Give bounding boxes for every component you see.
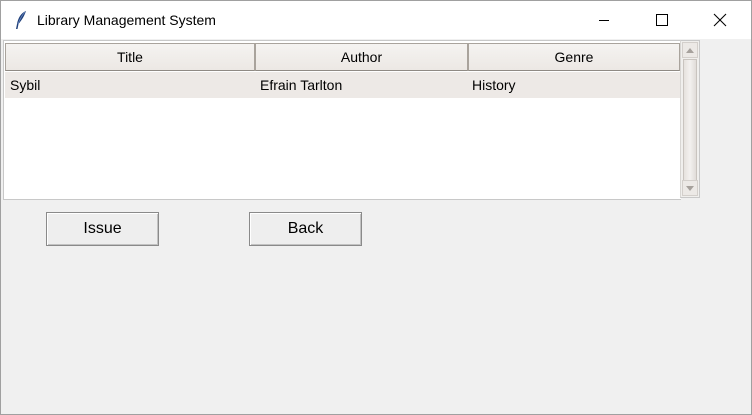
cell-author: Efrain Tarlton (260, 77, 343, 93)
window-title: Library Management System (37, 12, 216, 28)
app-window: Library Management System Title Author G… (0, 0, 752, 415)
chevron-down-icon (686, 185, 694, 191)
scrollbar-thumb[interactable] (683, 59, 697, 181)
scroll-down-button[interactable] (682, 180, 698, 196)
maximize-button[interactable] (639, 1, 685, 39)
minimize-button[interactable] (581, 1, 627, 39)
vertical-scrollbar[interactable] (680, 40, 700, 198)
maximize-icon (656, 14, 668, 26)
cell-genre: History (472, 77, 516, 93)
scroll-up-button[interactable] (682, 42, 698, 58)
column-header-genre[interactable]: Genre (468, 43, 680, 71)
column-header-author[interactable]: Author (255, 43, 468, 71)
title-bar[interactable]: Library Management System (1, 1, 751, 39)
feather-icon (13, 10, 29, 30)
close-button[interactable] (697, 1, 743, 39)
books-table[interactable]: Title Author Genre Sybil Efrain Tarlton … (3, 40, 681, 200)
cell-title: Sybil (10, 77, 41, 93)
minimize-icon (599, 20, 609, 21)
back-button[interactable]: Back (249, 212, 362, 246)
close-icon (713, 13, 727, 27)
chevron-up-icon (686, 47, 694, 53)
issue-button[interactable]: Issue (46, 212, 159, 246)
table-row[interactable]: Sybil Efrain Tarlton History (5, 72, 680, 98)
column-header-title[interactable]: Title (5, 43, 255, 71)
